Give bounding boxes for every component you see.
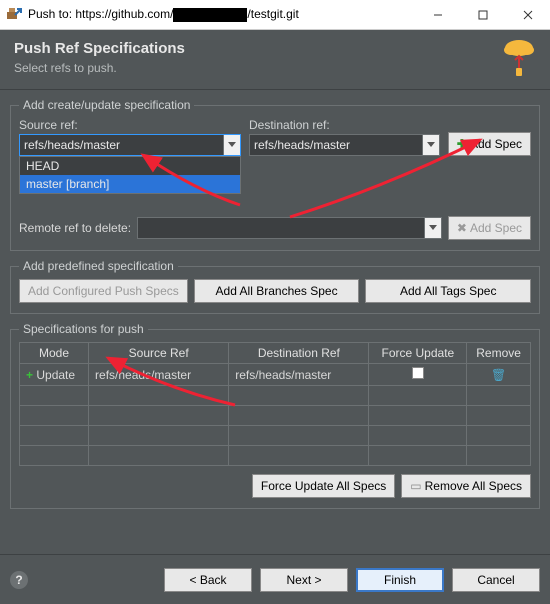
page-subtitle: Select refs to push. xyxy=(14,61,536,75)
col-dest: Destination Ref xyxy=(229,343,369,364)
table-row xyxy=(20,426,531,446)
trash-icon[interactable]: 🗑 xyxy=(491,368,506,382)
remote-delete-label: Remote ref to delete: xyxy=(19,221,131,235)
cell-source: refs/heads/master xyxy=(89,364,229,386)
plus-icon: ✚ xyxy=(457,137,467,151)
help-icon[interactable]: ? xyxy=(10,571,28,589)
window-title: Push to: https://github.com/ /testgit.git xyxy=(28,7,415,22)
spec-list-legend: Specifications for push xyxy=(19,322,148,336)
add-all-tags-spec-button[interactable]: Add All Tags Spec xyxy=(365,279,531,303)
app-icon xyxy=(6,7,22,23)
x-icon: ✖ xyxy=(457,221,467,235)
close-button[interactable] xyxy=(505,0,550,30)
table-row xyxy=(20,446,531,466)
add-spec-button[interactable]: ✚Add Spec xyxy=(448,132,531,156)
cloud-upload-icon xyxy=(502,36,536,79)
source-ref-combo[interactable]: refs/heads/master xyxy=(19,134,241,156)
title-bar: Push to: https://github.com/ /testgit.git xyxy=(0,0,550,30)
source-ref-option[interactable]: master [branch] xyxy=(20,175,240,193)
plus-icon: + xyxy=(26,368,33,382)
source-ref-label: Source ref: xyxy=(19,118,241,132)
window-title-prefix: Push to: https://github.com/ xyxy=(28,7,173,21)
page-title: Push Ref Specifications xyxy=(14,40,536,57)
force-update-all-button[interactable]: Force Update All Specs xyxy=(252,474,395,498)
chevron-down-icon[interactable] xyxy=(422,135,439,155)
cancel-button[interactable]: Cancel xyxy=(452,568,540,592)
chevron-down-icon[interactable] xyxy=(424,218,441,238)
dialog-header: Push Ref Specifications Select refs to p… xyxy=(0,30,550,90)
next-button[interactable]: Next > xyxy=(260,568,348,592)
remove-icon: ▭ xyxy=(410,479,421,493)
remote-delete-combo[interactable] xyxy=(137,217,442,239)
spec-list-group: Specifications for push Mode Source Ref … xyxy=(10,322,540,509)
add-configured-push-specs-button: Add Configured Push Specs xyxy=(19,279,188,303)
dest-ref-combo[interactable]: refs/heads/master xyxy=(249,134,440,156)
maximize-button[interactable] xyxy=(460,0,505,30)
create-spec-legend: Add create/update specification xyxy=(19,98,194,112)
back-button[interactable]: < Back xyxy=(164,568,252,592)
spec-table: Mode Source Ref Destination Ref Force Up… xyxy=(19,342,531,466)
dest-ref-label: Destination ref: xyxy=(249,118,440,132)
remove-all-specs-button[interactable]: ▭Remove All Specs xyxy=(401,474,531,498)
source-ref-dropdown: HEAD master [branch] xyxy=(19,156,241,194)
table-row xyxy=(20,386,531,406)
predef-spec-group: Add predefined specification Add Configu… xyxy=(10,259,540,314)
col-remove: Remove xyxy=(467,343,531,364)
add-all-branches-spec-button[interactable]: Add All Branches Spec xyxy=(194,279,360,303)
minimize-button[interactable] xyxy=(415,0,460,30)
col-source: Source Ref xyxy=(89,343,229,364)
redacted-user xyxy=(173,8,247,22)
predef-spec-legend: Add predefined specification xyxy=(19,259,178,273)
add-spec-delete-button: ✖Add Spec xyxy=(448,216,531,240)
cell-mode: Update xyxy=(36,368,75,382)
cell-dest: refs/heads/master xyxy=(229,364,369,386)
finish-button[interactable]: Finish xyxy=(356,568,444,592)
wizard-footer: ? < Back Next > Finish Cancel xyxy=(0,554,550,604)
chevron-down-icon[interactable] xyxy=(223,135,240,155)
source-ref-option[interactable]: HEAD xyxy=(20,157,240,175)
table-row xyxy=(20,406,531,426)
col-force: Force Update xyxy=(369,343,467,364)
dest-ref-value: refs/heads/master xyxy=(254,138,422,152)
table-row[interactable]: + Update refs/heads/master refs/heads/ma… xyxy=(20,364,531,386)
force-update-checkbox[interactable] xyxy=(412,367,424,379)
source-ref-value: refs/heads/master xyxy=(24,138,223,152)
col-mode: Mode xyxy=(20,343,89,364)
create-spec-group: Add create/update specification Source r… xyxy=(10,98,540,251)
window-title-suffix: /testgit.git xyxy=(247,7,298,21)
